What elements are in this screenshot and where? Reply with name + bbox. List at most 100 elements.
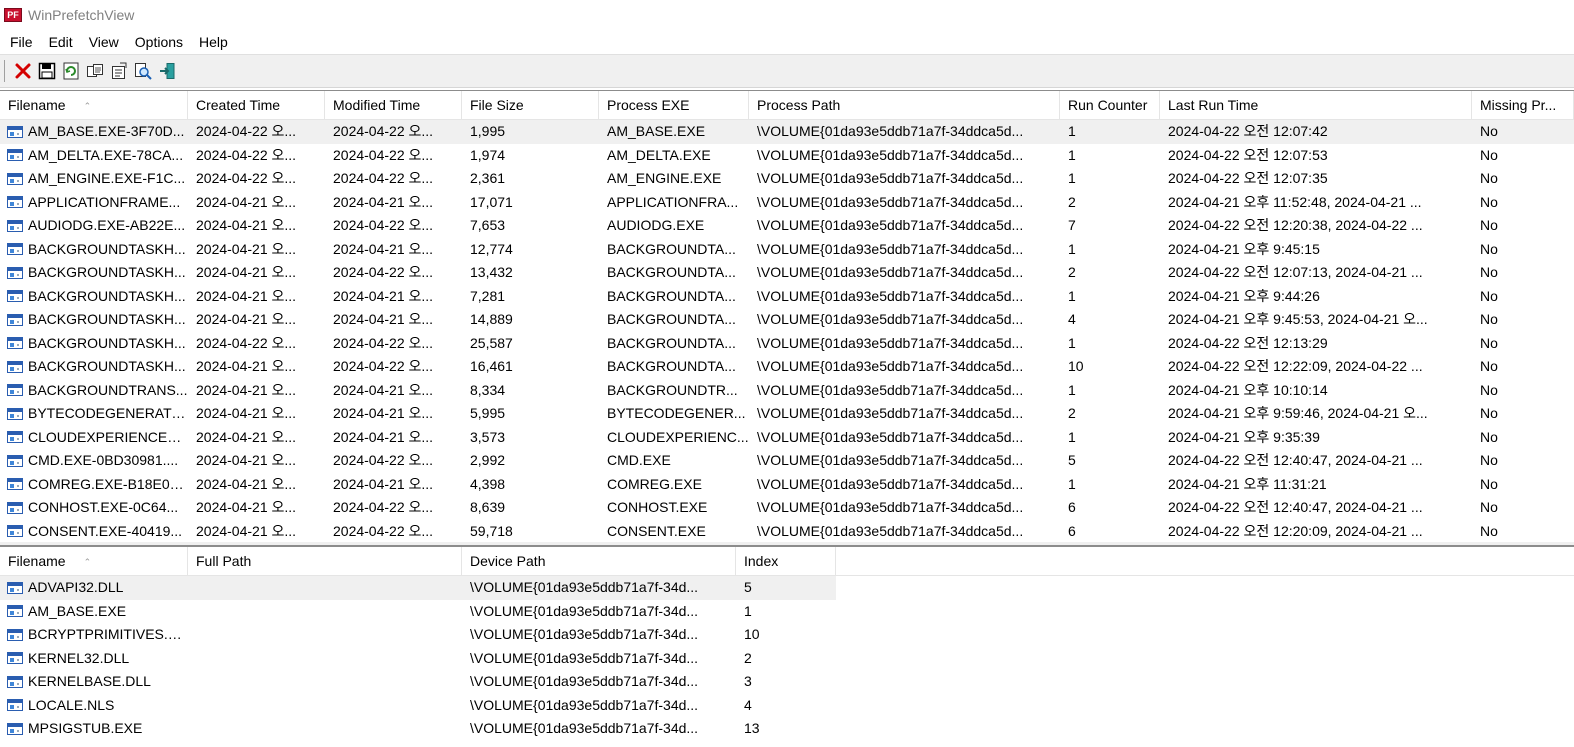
table-row[interactable]: BACKGROUNDTASKH... 2024-04-21 오... 2024-04…	[0, 308, 1574, 332]
table-row[interactable]: BCRYPTPRIMITIVES.D... \VOLUME{01da93e5ddb…	[0, 623, 1574, 647]
delete-button[interactable]	[11, 60, 34, 83]
col-header-index[interactable]: Index	[736, 547, 836, 576]
exit-icon	[159, 63, 174, 79]
cell-file-size: 2,992	[462, 449, 599, 473]
table-row[interactable]: AUDIODG.EXE-AB22E... 2024-04-21 오... 2024-…	[0, 214, 1574, 238]
table-row[interactable]: CLOUDEXPERIENCEH... 2024-04-21 오... 2024-0…	[0, 426, 1574, 450]
copy-button[interactable]	[83, 60, 106, 83]
cell-filename: BACKGROUNDTASKH...	[0, 285, 188, 309]
cell-text: 1	[1068, 287, 1076, 304]
cell-text: 2024-04-22 오전 12:07:42	[1168, 123, 1328, 139]
cell-modified-time: 2024-04-22 오...	[325, 120, 462, 144]
cell-run-counter: 2	[1060, 261, 1160, 285]
cell-text: 1	[1068, 170, 1076, 186]
col-header-file-size[interactable]: File Size	[462, 91, 599, 120]
cell-missing-process: No	[1472, 473, 1574, 497]
col-header-device-path[interactable]: Device Path	[462, 547, 736, 576]
menu-file[interactable]: File	[2, 34, 41, 50]
col-header-filename[interactable]: Filename ⌃	[0, 91, 188, 120]
cell-file-size: 4,398	[462, 473, 599, 497]
menu-edit[interactable]: Edit	[41, 34, 81, 50]
cell-text: 2024-04-22 오...	[333, 522, 434, 539]
properties-button[interactable]	[107, 60, 130, 83]
cell-created-time: 2024-04-22 오...	[188, 144, 325, 168]
table-row[interactable]: APPLICATIONFRAME... 2024-04-21 오... 2024-0…	[0, 191, 1574, 215]
cell-text: \VOLUME{01da93e5ddb71a7f-34ddca5d...	[757, 287, 1024, 304]
table-row[interactable]: CMD.EXE-0BD30981.... 2024-04-21 오... 2024-…	[0, 449, 1574, 473]
cell-text: 2024-04-21 오...	[333, 428, 434, 445]
table-row[interactable]: BACKGROUNDTASKH... 2024-04-22 오... 2024-04…	[0, 332, 1574, 356]
cell-text: BACKGROUNDTA...	[607, 334, 736, 351]
find-button[interactable]	[131, 60, 154, 83]
cell-process-path: \VOLUME{01da93e5ddb71a7f-34ddca5d...	[749, 520, 1060, 543]
cell-text: \VOLUME{01da93e5ddb71a7f-34d...	[470, 696, 699, 713]
col-header-filename[interactable]: Filename ⌃	[0, 547, 188, 576]
table-row[interactable]: BACKGROUNDTRANS... 2024-04-21 오... 2024-04…	[0, 379, 1574, 403]
exit-button[interactable]	[155, 60, 178, 83]
cell-text: CONHOST.EXE	[607, 499, 708, 515]
cell-process-path: \VOLUME{01da93e5ddb71a7f-34ddca5d...	[749, 120, 1060, 144]
col-header-modified-time[interactable]: Modified Time	[325, 91, 462, 120]
cell-process-exe: CLOUDEXPERIENC...	[599, 426, 749, 450]
loaded-files-list[interactable]: Filename ⌃ Full Path Device Path Index AD…	[0, 546, 1574, 747]
refresh-button[interactable]	[59, 60, 82, 83]
col-header-process-path[interactable]: Process Path	[749, 91, 1060, 120]
table-row[interactable]: MPSIGSTUB.EXE \VOLUME{01da93e5ddb71a7f-34…	[0, 717, 1574, 741]
cell-text: 2024-04-22 오...	[333, 358, 434, 374]
cell-text: \VOLUME{01da93e5ddb71a7f-34ddca5d...	[757, 217, 1024, 233]
cell-process-exe: CONSENT.EXE	[599, 520, 749, 543]
cell-filename: AM_DELTA.EXE-78CA...	[0, 144, 188, 168]
cell-file-size: 12,774	[462, 238, 599, 262]
col-header-last-run-time[interactable]: Last Run Time	[1160, 91, 1472, 120]
table-row[interactable]: AM_DELTA.EXE-78CA... 2024-04-22 오... 2024-…	[0, 144, 1574, 168]
col-header-created-time[interactable]: Created Time	[188, 91, 325, 120]
table-row[interactable]: BACKGROUNDTASKH... 2024-04-21 오... 2024-04…	[0, 285, 1574, 309]
cell-filename: AM_BASE.EXE-3F70D...	[0, 120, 188, 144]
save-button[interactable]	[35, 60, 58, 83]
cell-filename: BACKGROUNDTASKH...	[0, 238, 188, 262]
prefetch-files-list[interactable]: Filename ⌃ Created Time Modified Time Fil…	[0, 90, 1574, 542]
table-row[interactable]: BACKGROUNDTASKH... 2024-04-21 오... 2024-04…	[0, 238, 1574, 262]
cell-text: 2024-04-22 오전 12:20:09, 2024-04-21 ...	[1168, 522, 1423, 539]
table-row[interactable]: BACKGROUNDTASKH... 2024-04-21 오... 2024-04…	[0, 355, 1574, 379]
cell-last-run-time: 2024-04-22 오전 12:07:35	[1160, 167, 1472, 191]
menu-options[interactable]: Options	[127, 34, 191, 50]
cell-file-size: 5,995	[462, 402, 599, 426]
table-row[interactable]: COMREG.EXE-B18E07... 2024-04-21 오... 2024-…	[0, 473, 1574, 497]
menu-help[interactable]: Help	[191, 34, 236, 50]
file-entry-icon	[7, 243, 23, 256]
cell-text: 2024-04-21 오...	[196, 287, 297, 304]
table-row[interactable]: BACKGROUNDTASKH... 2024-04-21 오... 2024-04…	[0, 261, 1574, 285]
file-entry-icon	[7, 722, 23, 735]
cell-text: BYTECODEGENERATO...	[28, 405, 188, 421]
table-row[interactable]: ADVAPI32.DLL \VOLUME{01da93e5ddb71a7f-34d…	[0, 576, 836, 600]
cell-text: \VOLUME{01da93e5ddb71a7f-34ddca5d...	[757, 240, 1024, 257]
cell-file-size: 2,361	[462, 167, 599, 191]
cell-text: \VOLUME{01da93e5ddb71a7f-34ddca5d...	[757, 381, 1024, 398]
cell-device-path: \VOLUME{01da93e5ddb71a7f-34d...	[462, 600, 736, 624]
cell-text: 2024-04-22 오...	[333, 217, 434, 233]
file-entry-icon	[7, 266, 23, 279]
table-row[interactable]: CONSENT.EXE-40419... 2024-04-21 오... 2024-…	[0, 520, 1574, 543]
table-row[interactable]: LOCALE.NLS \VOLUME{01da93e5ddb71a7f-34d..…	[0, 694, 1574, 718]
menu-view[interactable]: View	[81, 34, 127, 50]
cell-text: 2024-04-21 오...	[333, 287, 434, 304]
cell-text: 2024-04-22 오...	[333, 499, 434, 515]
table-row[interactable]: AM_BASE.EXE-3F70D... 2024-04-22 오... 2024-…	[0, 120, 1574, 144]
table-row[interactable]: AM_ENGINE.EXE-F1C... 2024-04-22 오... 2024-…	[0, 167, 1574, 191]
table-row[interactable]: KERNEL32.DLL \VOLUME{01da93e5ddb71a7f-34d…	[0, 647, 1574, 671]
cell-text: 8,334	[470, 381, 506, 398]
col-header-run-counter[interactable]: Run Counter	[1060, 91, 1160, 120]
table-row[interactable]: BYTECODEGENERATO... 2024-04-21 오... 2024-0…	[0, 402, 1574, 426]
col-header-full-path[interactable]: Full Path	[188, 547, 462, 576]
table-row[interactable]: KERNELBASE.DLL \VOLUME{01da93e5ddb71a7f-3…	[0, 670, 1574, 694]
cell-created-time: 2024-04-22 오...	[188, 120, 325, 144]
cell-text: CONHOST.EXE-0C64...	[28, 499, 179, 515]
col-header-process-exe[interactable]: Process EXE	[599, 91, 749, 120]
cell-file-size: 13,432	[462, 261, 599, 285]
col-header-missing-process[interactable]: Missing Pr...	[1472, 91, 1574, 120]
table-row[interactable]: AM_BASE.EXE \VOLUME{01da93e5ddb71a7f-34d.…	[0, 600, 1574, 624]
cell-text: 2024-04-21 오후 11:31:21	[1168, 475, 1327, 492]
cell-text: 1	[1068, 240, 1076, 257]
table-row[interactable]: CONHOST.EXE-0C64... 2024-04-21 오... 2024-0…	[0, 496, 1574, 520]
